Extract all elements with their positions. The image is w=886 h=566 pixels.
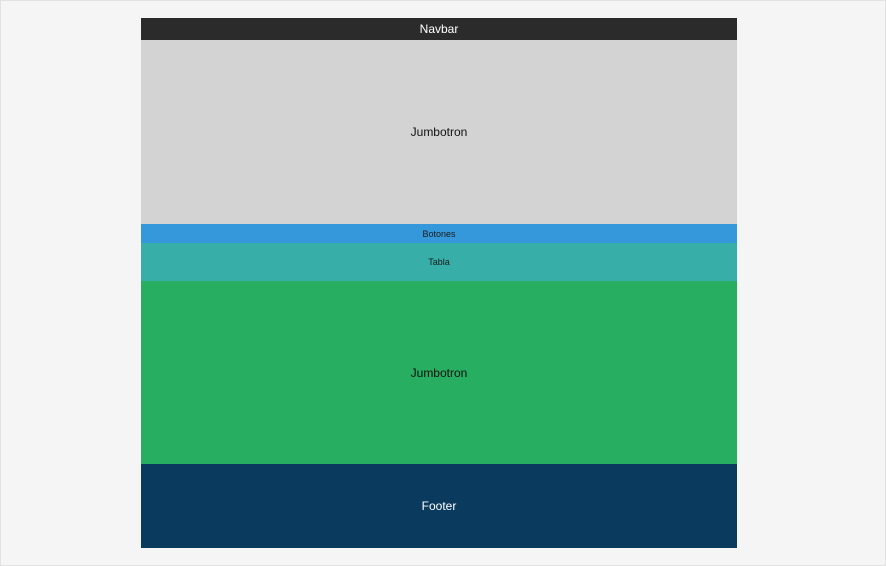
jumbotron-bottom-label: Jumbotron	[410, 365, 468, 380]
jumbotron-bottom-block: Jumbotron	[141, 281, 737, 464]
layout-wireframe: Navbar Jumbotron Botones Tabla Jumbotron…	[141, 18, 737, 548]
tabla-block: Tabla	[141, 243, 737, 281]
navbar-block: Navbar	[141, 18, 737, 40]
footer-block: Footer	[141, 464, 737, 548]
footer-label: Footer	[421, 499, 457, 513]
tabla-label: Tabla	[428, 257, 450, 267]
jumbotron-top-label: Jumbotron	[410, 125, 468, 139]
botones-block: Botones	[141, 224, 737, 243]
botones-label: Botones	[422, 228, 456, 239]
navbar-label: Navbar	[419, 22, 459, 36]
jumbotron-top-block: Jumbotron	[141, 40, 737, 224]
page-canvas: Navbar Jumbotron Botones Tabla Jumbotron…	[0, 0, 886, 566]
